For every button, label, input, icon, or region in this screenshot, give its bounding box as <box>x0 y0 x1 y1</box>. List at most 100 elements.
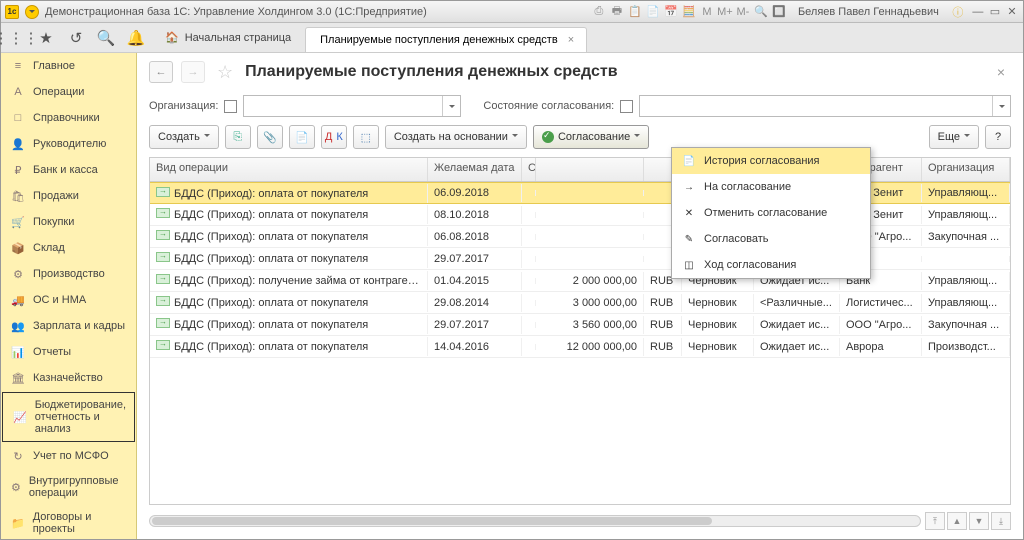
sidebar-icon: 👤 <box>11 138 25 151</box>
sidebar-icon: 🛒 <box>11 216 25 229</box>
scroll-down-button[interactable]: ▼ <box>969 512 989 530</box>
approval-button[interactable]: Согласование <box>533 125 649 149</box>
org-filter-label: Организация: <box>149 100 218 112</box>
close-icon[interactable]: ✕ <box>1005 5 1019 18</box>
main-toolbar: ⋮⋮⋮ ★ ↺ 🔍 🔔 🏠 Начальная страница Планиру… <box>1 23 1023 53</box>
copy-button[interactable]: ⎘ <box>225 125 251 149</box>
org-filter-checkbox[interactable] <box>224 100 237 113</box>
col-date[interactable]: Желаемая дата <box>428 158 522 181</box>
star-icon[interactable]: ☆ <box>217 62 233 83</box>
more-button[interactable]: Еще <box>929 125 979 149</box>
create-based-on-button[interactable]: Создать на основании <box>385 125 527 149</box>
scroll-bottom-button[interactable]: ⤓ <box>991 512 1011 530</box>
sidebar-item[interactable]: 🚚ОС и НМА <box>1 287 136 313</box>
attach-button[interactable]: 📎 <box>257 125 283 149</box>
col-extra[interactable]: С <box>522 158 536 181</box>
table-row[interactable]: БДДС (Приход): оплата от покупателя08.10… <box>150 204 1010 226</box>
sidebar-item[interactable]: □Справочники <box>1 105 136 131</box>
state-filter-checkbox[interactable] <box>620 100 633 113</box>
sidebar-item[interactable]: 👤Руководителю <box>1 131 136 157</box>
forward-button[interactable]: → <box>181 61 205 83</box>
col-sum[interactable] <box>536 158 644 181</box>
minimize-icon[interactable]: — <box>971 6 985 18</box>
table-row[interactable]: БДДС (Приход): оплата от покупателя14.04… <box>150 336 1010 358</box>
search-icon[interactable]: 🔍 <box>91 23 121 52</box>
sidebar-icon: ₽ <box>11 164 25 177</box>
sidebar: ≡ГлавноеAОперации□Справочники👤Руководите… <box>1 53 137 539</box>
info-icon[interactable]: ⓘ <box>951 5 965 19</box>
dropdown-item-icon: 📄 <box>682 154 696 168</box>
sidebar-item[interactable]: 🛍Продажи <box>1 183 136 209</box>
help-button[interactable]: ? <box>985 125 1011 149</box>
tb-icon[interactable]: 🧮 <box>682 5 696 19</box>
sidebar-item[interactable]: 📁Договоры и проекты <box>1 505 136 539</box>
create-button[interactable]: Создать <box>149 125 219 149</box>
back-button[interactable]: ← <box>149 61 173 83</box>
maximize-icon[interactable]: ▭ <box>988 5 1002 18</box>
sidebar-item[interactable]: 📦Склад <box>1 235 136 261</box>
scroll-up-button[interactable]: ▲ <box>947 512 967 530</box>
doc-button[interactable]: 📄 <box>289 125 315 149</box>
sidebar-icon: ⚙ <box>11 268 25 281</box>
dropdown-item[interactable]: → На согласование <box>672 174 870 200</box>
tb-icon[interactable]: ⎙ <box>592 5 606 19</box>
h-scrollbar[interactable] <box>149 515 921 527</box>
m-minus-icon[interactable]: M- <box>736 5 750 19</box>
dropdown-item[interactable]: ✕ Отменить согласование <box>672 200 870 226</box>
sidebar-item[interactable]: ₽Банк и касса <box>1 157 136 183</box>
table-row[interactable]: БДДС (Приход): оплата от покупателя06.09… <box>150 182 1010 204</box>
col-operation[interactable]: Вид операции <box>150 158 428 181</box>
sidebar-item[interactable]: ⚙Производство <box>1 261 136 287</box>
table-row[interactable]: БДДС (Приход): оплата от покупателя29.07… <box>150 314 1010 336</box>
sidebar-icon: 📊 <box>11 346 25 359</box>
scroll-top-button[interactable]: ⤒ <box>925 512 945 530</box>
page-close-icon[interactable]: × <box>991 64 1011 80</box>
state-filter-combo[interactable] <box>639 95 1011 117</box>
sidebar-label: Покупки <box>33 216 74 228</box>
table-row[interactable]: БДДС (Приход): оплата от покупателя29.07… <box>150 248 1010 270</box>
tb-icon[interactable]: 📅 <box>664 5 678 19</box>
tb-icon[interactable]: 🖶 <box>610 5 624 19</box>
tb-icon[interactable]: 📋 <box>628 5 642 19</box>
sidebar-item[interactable]: ≡Главное <box>1 53 136 79</box>
tb-icon[interactable]: 🔲 <box>772 5 786 19</box>
tb-icon[interactable]: 🔍 <box>754 5 768 19</box>
sidebar-label: ОС и НМА <box>33 294 86 306</box>
app-menu-dropdown-icon[interactable] <box>25 5 39 19</box>
sidebar-item[interactable]: ⚙Внутригрупповые операции <box>1 469 136 505</box>
sidebar-item[interactable]: AОперации <box>1 79 136 105</box>
approval-dropdown: 📄История согласования → На согласование ✕ От… <box>671 147 871 279</box>
home-tab[interactable]: 🏠 Начальная страница <box>151 23 305 52</box>
tab-close-icon[interactable]: × <box>566 34 576 46</box>
m-icon[interactable]: M <box>700 5 714 19</box>
dropdown-item-icon: → <box>682 180 696 194</box>
dropdown-item-icon: ✕ <box>682 206 696 220</box>
sidebar-item[interactable]: 🏛Казначейство <box>1 365 136 391</box>
dropdown-item-label: Отменить согласование <box>704 207 827 219</box>
org-filter-combo[interactable] <box>243 95 461 117</box>
dropdown-item[interactable]: ✎Согласовать <box>672 226 870 252</box>
sidebar-item[interactable]: 📈Бюджетирование, отчетность и анализ <box>2 392 135 442</box>
sidebar-icon: 🏛 <box>11 372 25 385</box>
col-org[interactable]: Организация <box>922 158 1010 181</box>
apps-icon[interactable]: ⋮⋮⋮ <box>1 23 31 52</box>
tb-icon[interactable]: 📄 <box>646 5 660 19</box>
bell-icon[interactable]: 🔔 <box>121 23 151 52</box>
debit-credit-button[interactable]: ДК <box>321 125 347 149</box>
sidebar-item[interactable]: 📊Отчеты <box>1 339 136 365</box>
dropdown-item[interactable]: 📄История согласования <box>672 148 870 174</box>
sidebar-item[interactable]: 🛒 Покупки <box>1 209 136 235</box>
table-row[interactable]: БДДС (Приход): оплата от покупателя29.08… <box>150 292 1010 314</box>
history-icon[interactable]: ↺ <box>61 23 91 52</box>
m-plus-icon[interactable]: M+ <box>718 5 732 19</box>
active-tab[interactable]: Планируемые поступления денежных средств… <box>305 27 587 52</box>
sidebar-item[interactable]: ↻Учет по МСФО <box>1 443 136 469</box>
dropdown-item[interactable]: ◫Ход согласования <box>672 252 870 278</box>
tree-button[interactable]: ⬚ <box>353 125 379 149</box>
table-row[interactable]: БДДС (Приход): получение займа от контра… <box>150 270 1010 292</box>
dropdown-item-label: На согласование <box>704 181 791 193</box>
table-row[interactable]: БДДС (Приход): оплата от покупателя06.08… <box>150 226 1010 248</box>
sidebar-icon: ⚙ <box>11 481 21 494</box>
sidebar-item[interactable]: 👥Зарплата и кадры <box>1 313 136 339</box>
favorite-icon[interactable]: ★ <box>31 23 61 52</box>
